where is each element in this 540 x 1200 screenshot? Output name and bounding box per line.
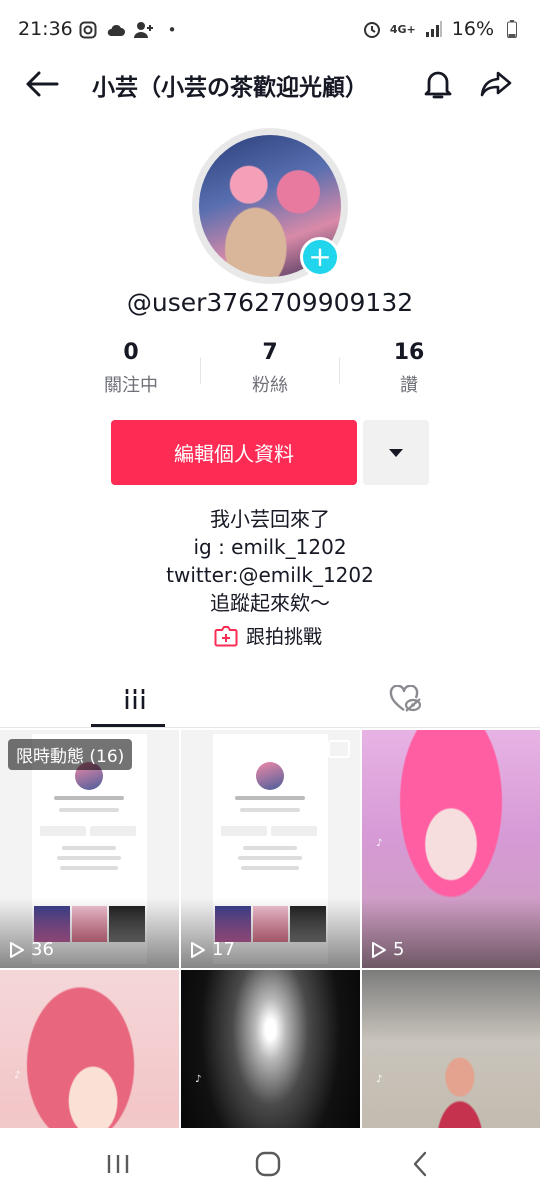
edit-profile-button[interactable]: 編輯個人資料 [111, 420, 357, 485]
content-tabs [0, 670, 540, 728]
stat-likes[interactable]: 16 讚 [339, 340, 479, 397]
tab-indicator [91, 724, 165, 727]
bio-line: 追蹤起來欸～ [210, 591, 330, 615]
share-button[interactable] [476, 64, 516, 104]
stat-number: 0 [123, 340, 139, 365]
grid-icon [124, 689, 146, 709]
play-count-value: 36 [31, 939, 54, 960]
play-count: 17 [190, 939, 235, 960]
username: @user3762709909132 [126, 288, 414, 317]
instagram-icon [78, 20, 98, 40]
home-icon [255, 1151, 281, 1177]
status-bar: 21:36 • 4G+ 16% [0, 0, 540, 62]
battery-percent: 16% [451, 18, 494, 40]
stat-label: 粉絲 [252, 375, 288, 396]
status-time: 21:36 [18, 18, 73, 40]
back-button[interactable] [22, 64, 62, 104]
suggested-accounts-button[interactable] [363, 420, 429, 485]
network-type: 4G+ [389, 22, 416, 36]
bio-line: twitter:@emilk_1202 [166, 563, 374, 587]
status-dot: • [167, 21, 177, 39]
plus-icon: + [308, 240, 332, 273]
play-count: 36 [9, 939, 54, 960]
tab-videos[interactable] [0, 670, 270, 728]
add-video-icon [214, 625, 238, 646]
status-notification-icons: • [78, 20, 182, 40]
profile-header: 小芸（小芸の茶歡迎光顧） [0, 62, 540, 106]
story-badge: 限時動態 (16) [8, 739, 133, 770]
video-tile[interactable]: ♪ 5 [362, 730, 540, 968]
share-arrow-icon [480, 71, 512, 97]
play-count-value: 5 [393, 939, 405, 960]
page-title: 小芸（小芸の茶歡迎光顧） [92, 75, 368, 101]
bell-icon [424, 71, 452, 99]
play-icon [372, 941, 386, 958]
stat-following[interactable]: 0 關注中 [61, 340, 201, 397]
add-user-icon [134, 20, 154, 40]
video-tile[interactable]: 限時動態 (16) 36 [0, 730, 179, 968]
status-system-icons: 4G+ 16% [362, 18, 522, 40]
tiktok-watermark-icon: ♪ [195, 1074, 202, 1085]
notifications-button[interactable] [418, 64, 458, 104]
stat-label: 關注中 [104, 375, 158, 396]
stat-label: 讚 [400, 375, 418, 396]
add-avatar-button[interactable]: + [300, 237, 340, 277]
cloud-icon [106, 20, 126, 40]
home-button[interactable] [238, 1144, 298, 1184]
duet-challenge-link[interactable]: 跟拍挑戰 [214, 622, 322, 649]
hidden-heart-icon [389, 685, 421, 712]
recents-icon [107, 1155, 129, 1173]
system-navigation-bar [0, 1128, 540, 1200]
stat-number: 16 [393, 340, 425, 365]
tiktok-watermark-icon: ♪ [376, 838, 383, 849]
recent-apps-button[interactable] [88, 1144, 148, 1184]
bio: 我小芸回來了 ig : emilk_1202 twitter:@emilk_12… [0, 505, 540, 617]
tiktok-watermark-icon: ♪ [14, 1070, 21, 1081]
tiktok-watermark-icon: ♪ [376, 1074, 383, 1085]
stat-followers[interactable]: 7 粉絲 [200, 340, 340, 397]
tab-liked-private[interactable] [270, 670, 540, 728]
back-nav-button[interactable] [390, 1144, 450, 1184]
photo-post-icon [328, 740, 350, 758]
duet-label: 跟拍挑戰 [246, 626, 323, 648]
stat-number: 7 [262, 340, 278, 365]
alarm-icon [362, 19, 382, 39]
chevron-left-icon [413, 1151, 427, 1177]
battery-icon [502, 19, 522, 39]
arrow-left-icon [26, 71, 59, 97]
video-tile[interactable]: 17 [181, 730, 360, 968]
bio-line: ig : emilk_1202 [193, 535, 347, 559]
play-count: 5 [371, 939, 404, 960]
play-count-value: 17 [212, 939, 235, 960]
bio-line: 我小芸回來了 [210, 507, 330, 531]
signal-icon [424, 19, 444, 39]
caret-down-icon [389, 448, 403, 457]
play-icon [191, 941, 205, 958]
play-icon [10, 941, 24, 958]
